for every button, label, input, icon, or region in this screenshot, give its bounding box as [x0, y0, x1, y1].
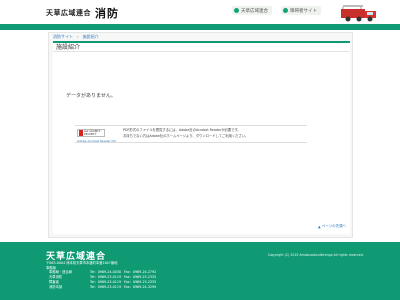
adobe-notice-line: お持ちでない方はAdobe社のホームページより、ダウンロードしてご利用ください。: [123, 133, 249, 138]
adobe-reader-link[interactable]: Adobe Acrobat Reader DC: [77, 139, 116, 143]
header-link-kouiki[interactable]: 天草広域連合: [232, 6, 272, 15]
fire-truck-icon: [341, 5, 376, 22]
footer-contact-row: 消防本部 Tel：0969-23-0119 Fax：0969-24-3299: [46, 285, 156, 290]
header-link-accessibility[interactable]: 障碍者サイト: [281, 6, 321, 15]
header-accent-bar: [0, 24, 400, 30]
footer-address: 〒863-0004 熊本県天草市本渡町本渡1847番地: [46, 261, 118, 265]
adobe-notice-text: PDF形式のファイルを閲覧するには、Adobe社のAcrobat Readerが…: [123, 128, 303, 139]
footer-contact-list: 事務局・連合局 Tel：0969-24-0030 Fax：0969-24-279…: [46, 270, 156, 290]
breadcrumb-home[interactable]: 消防サイト: [53, 34, 73, 40]
site-footer: 天草広域連合 〒863-0004 熊本県天草市本渡町本渡1847番地 事務局 事…: [0, 242, 400, 300]
logo-title: 消防: [95, 7, 119, 20]
adobe-reader-badge[interactable]: Get ADOBE® READER®: [77, 129, 105, 137]
adobe-reader-notice: Get ADOBE® READER® Adobe Acrobat Reader …: [75, 125, 307, 143]
content-area: データがありません。 Get ADOBE® READER® Adobe Acro…: [53, 52, 350, 234]
breadcrumb: 消防サイト › 施設紹介: [53, 34, 99, 40]
adobe-badge-label: Get ADOBE® READER®: [83, 130, 101, 136]
contact-name: 消防本部: [49, 285, 63, 289]
breadcrumb-current[interactable]: 施設紹介: [83, 34, 99, 40]
adobe-icon: [79, 130, 83, 136]
header-links: 天草広域連合 障碍者サイト: [232, 6, 321, 15]
contact-tel: Tel：0969-23-0119: [90, 285, 122, 289]
logo-organization: 天草広域連合: [46, 9, 91, 17]
header-link-label: 天草広域連合: [241, 8, 268, 14]
arrow-icon: [234, 8, 239, 13]
header-link-label: 障碍者サイト: [290, 8, 317, 14]
contact-fax: Fax：0969-24-3299: [124, 285, 157, 289]
arrow-icon: [283, 8, 288, 13]
page-title: 施設紹介: [53, 41, 350, 52]
site-logo[interactable]: 天草広域連合 消防: [46, 5, 119, 21]
page-top-label: ページの先頭へ: [321, 224, 347, 228]
copyright: Copyright (C) 2019 Amakusakouikirengo Al…: [268, 253, 364, 257]
main-panel: 消防サイト › 施設紹介 施設紹介 データがありません。 Get ADOBE® …: [48, 32, 353, 238]
no-data-message: データがありません。: [66, 93, 116, 99]
arrow-up-icon: ▲: [318, 224, 321, 229]
breadcrumb-separator: ›: [77, 34, 79, 39]
page-top-link[interactable]: ▲ ページの先頭へ: [318, 224, 346, 229]
